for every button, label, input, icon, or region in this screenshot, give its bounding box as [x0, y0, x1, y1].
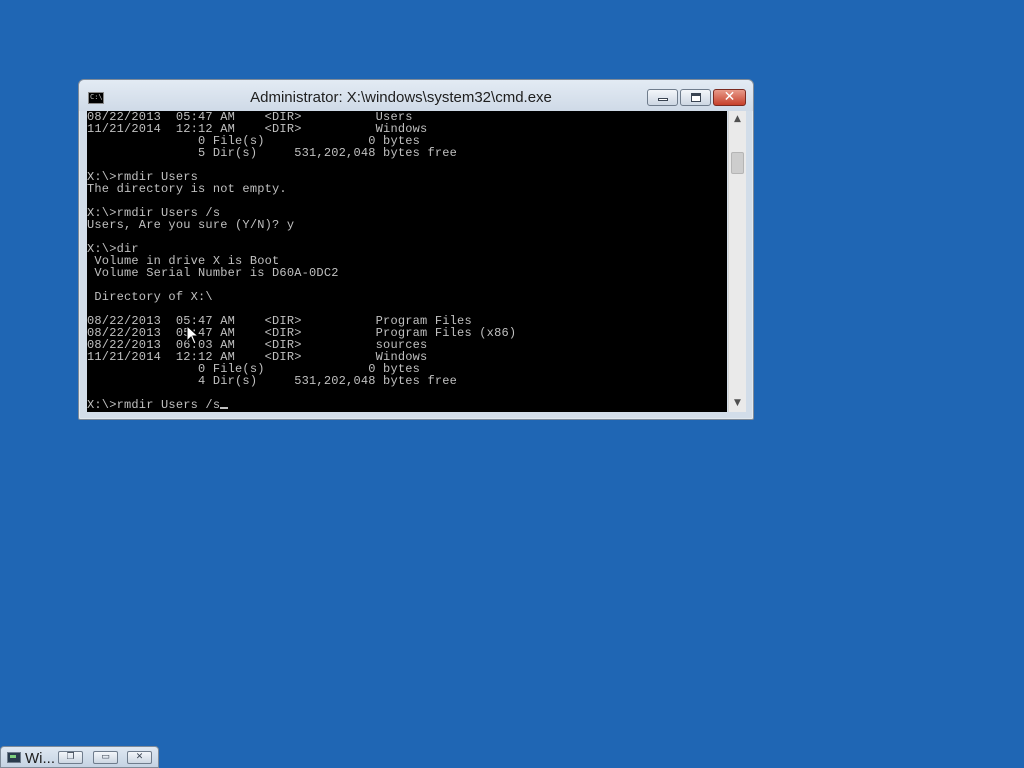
console-line: 5 Dir(s) 531,202,048 bytes free [87, 146, 458, 160]
scroll-thumb[interactable] [731, 152, 744, 174]
vertical-scrollbar[interactable]: ▲ ▼ [728, 111, 746, 412]
minimized-window-label[interactable]: Wi... [25, 750, 55, 768]
close-button-minimized[interactable]: ✕ [127, 751, 152, 764]
console-line: 4 Dir(s) 531,202,048 bytes free [87, 374, 458, 388]
cmd-window[interactable]: C:\ Administrator: X:\windows\system32\c… [78, 79, 754, 420]
console-output[interactable]: 08/22/2013 05:47 AM <DIR> Users 11/21/201… [87, 111, 727, 412]
console-line: The directory is not empty. [87, 182, 287, 196]
minimize-button[interactable] [647, 89, 678, 106]
mouse-pointer-icon [186, 325, 200, 345]
maximize-icon [691, 93, 701, 102]
minimize-icon [658, 98, 668, 101]
maximize-icon: ▭ [101, 752, 110, 762]
restore-button[interactable]: ❐ [58, 751, 83, 764]
scroll-down-arrow-icon[interactable]: ▼ [729, 395, 746, 412]
close-button[interactable]: ✕ [713, 89, 746, 106]
minimized-window[interactable]: Wi... ❐ ▭ ✕ [0, 746, 159, 768]
scroll-up-arrow-icon[interactable]: ▲ [729, 111, 746, 128]
console-line: X:\>rmdir Users /s [87, 399, 516, 411]
console-lines: 08/22/2013 05:47 AM <DIR> Users 11/21/201… [87, 111, 516, 411]
title-bar[interactable]: C:\ Administrator: X:\windows\system32\c… [79, 80, 753, 111]
close-icon: ✕ [135, 752, 144, 762]
desktop: C:\ Administrator: X:\windows\system32\c… [0, 0, 1024, 768]
restore-icon: ❐ [66, 752, 75, 762]
close-icon: ✕ [723, 89, 736, 105]
maximize-button-minimized[interactable]: ▭ [93, 751, 118, 764]
text-cursor [220, 407, 229, 409]
maximize-button[interactable] [680, 89, 711, 106]
console-line: Volume Serial Number is D60A-0DC2 [87, 266, 339, 280]
minimized-window-icon [7, 752, 21, 763]
console-line: Directory of X:\ [87, 290, 213, 304]
console-line: Users, Are you sure (Y/N)? y [87, 218, 295, 232]
